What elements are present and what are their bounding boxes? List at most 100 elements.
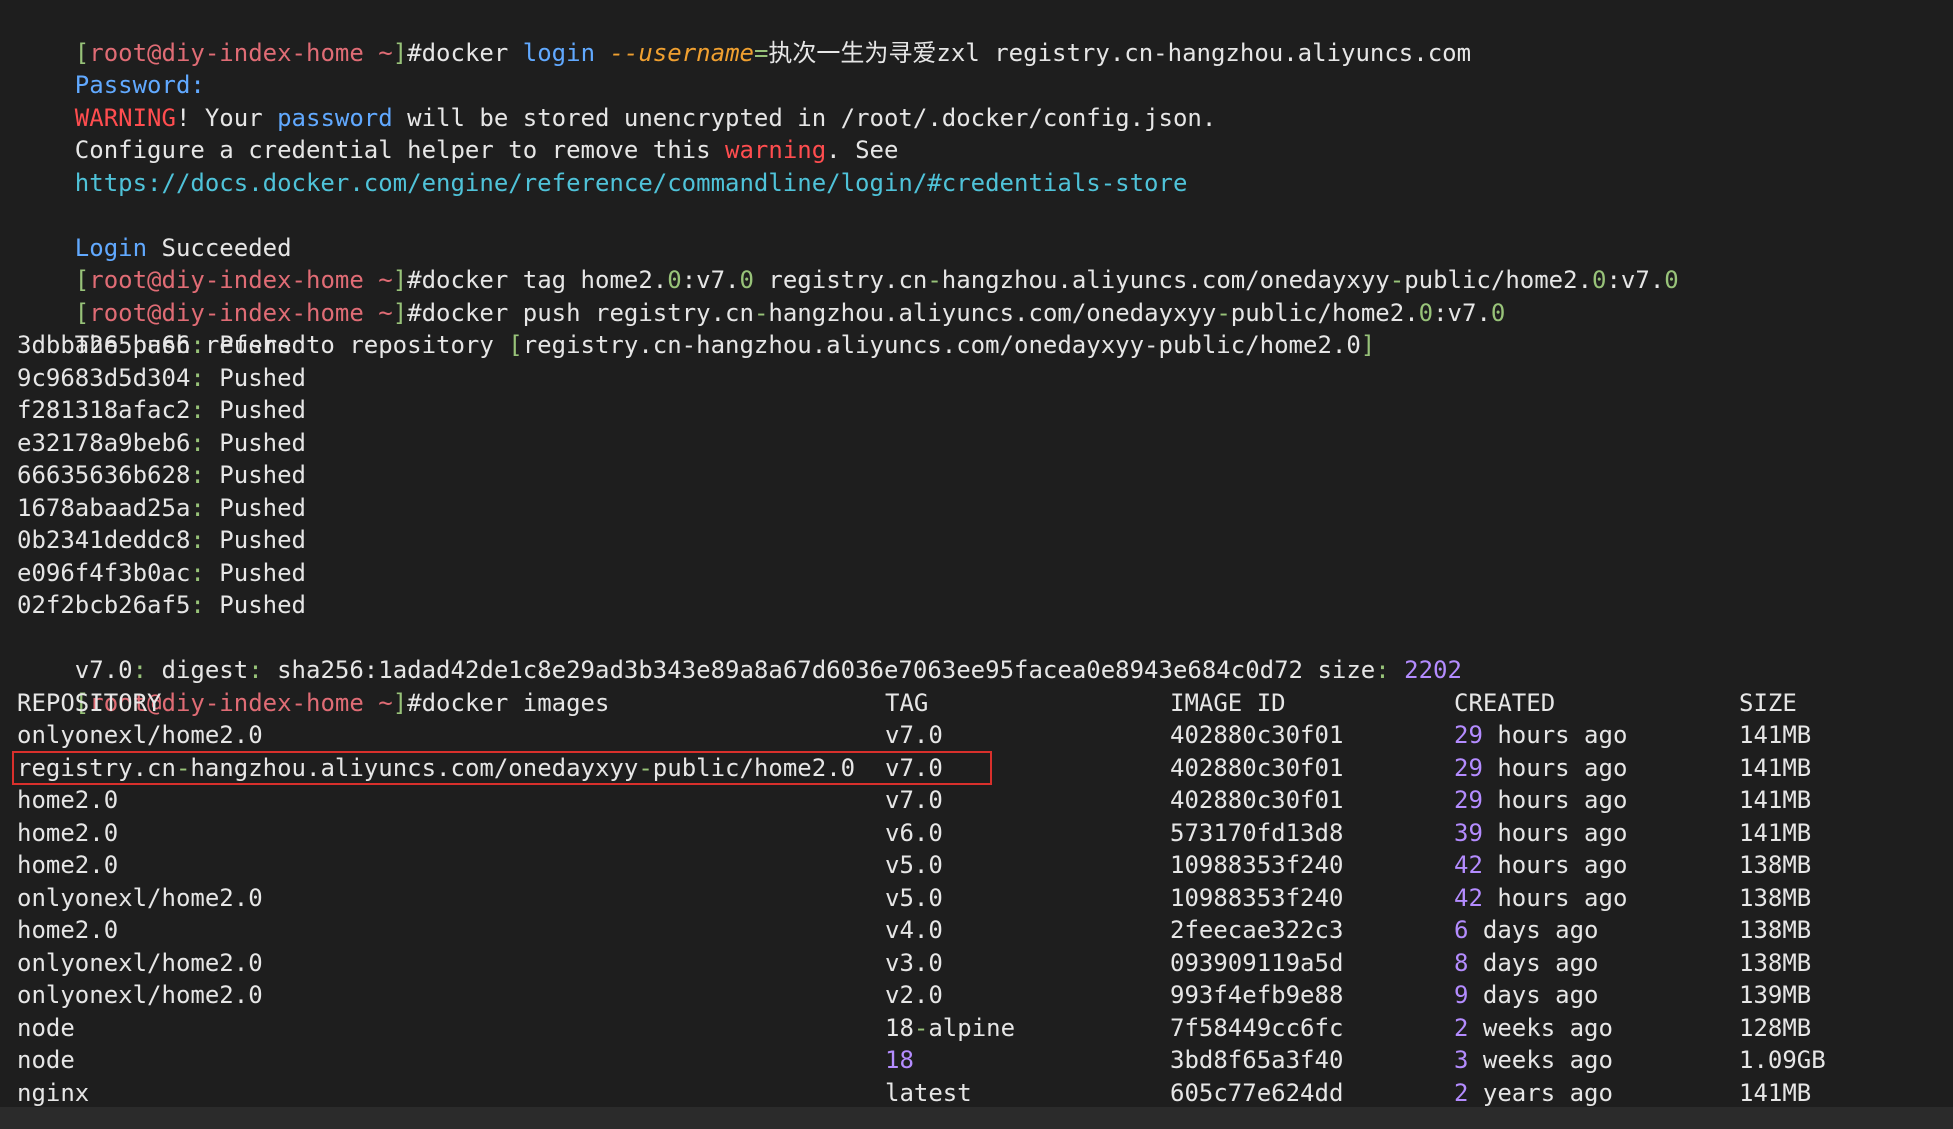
layer-status: Pushed xyxy=(204,558,306,587)
row-size: 141MB xyxy=(1739,786,1812,814)
push-refers-line: The push refers to repository [registry.… xyxy=(17,297,1953,359)
row-repository: onlyonexl/home2.0 xyxy=(17,883,263,912)
created-number: 2 xyxy=(1454,1013,1469,1042)
configure-line: Configure a credential helper to remove … xyxy=(17,102,1953,164)
created-unit: weeks ago xyxy=(1468,1046,1613,1074)
layer-line: 0b2341deddc8: Pushed xyxy=(17,524,1953,557)
table-row: onlyonexl/home2.0 v5.0 10988353f240 42 h… xyxy=(17,882,1953,915)
layer-hash: 66635636b628 xyxy=(17,461,191,489)
row-size: 141MB xyxy=(1739,818,1812,847)
table-row: onlyonexl/home2.0 v2.0 993f4efb9e88 9 da… xyxy=(17,979,1953,1012)
row-created: 9 days ago xyxy=(1454,979,1599,1012)
created-unit: hours ago xyxy=(1482,883,1628,912)
row-size: 141MB xyxy=(1739,1078,1812,1107)
layer-line: f281318afac2: Pushed xyxy=(17,394,1953,427)
layer-status: Pushed xyxy=(204,591,306,619)
created-number: 29 xyxy=(1454,753,1483,782)
layer-hash: f281318afac2 xyxy=(17,396,191,424)
layer-status: Pushed xyxy=(204,363,306,392)
row-repository: home2.0 xyxy=(17,851,119,879)
push-command-line: [root@diy-index-home ~]#docker push regi… xyxy=(17,264,1953,327)
images-command-line: [root@diy-index-home ~]#docker images xyxy=(17,654,1953,717)
active-prompt-line[interactable]: [root@diy-index-home ~]# xyxy=(17,1107,464,1129)
row-size: 128MB xyxy=(1739,1013,1812,1042)
created-unit: hours ago xyxy=(1482,721,1628,749)
table-row-highlighted: registry.cn-hangzhou.aliyuncs.com/oneday… xyxy=(12,750,1953,785)
row-image-id: 2feecae322c3 xyxy=(1170,916,1344,944)
layer-hash: 02f2bcb26af5 xyxy=(17,591,191,619)
row-image-id: 10988353f240 xyxy=(1170,851,1344,879)
warning-line: WARNING! Your password will be stored un… xyxy=(17,69,1953,132)
layer-status: Pushed xyxy=(204,493,306,522)
row-image-id: 605c77e624dd xyxy=(1170,1078,1344,1107)
layer-hash: 3dbba265ba66 xyxy=(17,331,191,359)
active-prompt-bar[interactable]: [root@diy-index-home ~]# xyxy=(0,1107,1953,1129)
created-unit: days ago xyxy=(1468,981,1599,1009)
row-image-id: 7f58449cc6fc xyxy=(1170,1013,1344,1042)
terminal-window[interactable]: [root@diy-index-home ~]#docker login --u… xyxy=(0,0,1953,1129)
row-tag: v5.0 xyxy=(885,851,943,879)
table-row: home2.0 v7.0 402880c30f01 29 hours ago 1… xyxy=(17,784,1953,817)
row-tag: 18-alpine xyxy=(885,1013,1016,1042)
layer-status: Pushed xyxy=(204,526,306,554)
created-number: 9 xyxy=(1454,981,1469,1009)
created-unit: years ago xyxy=(1468,1078,1613,1107)
table-row: nginx latest 605c77e624dd 2 years ago 14… xyxy=(17,1077,1953,1110)
layer-line: 3dbba265ba66: Pushed xyxy=(17,329,1953,362)
layer-colon: : xyxy=(190,526,205,554)
row-size: 138MB xyxy=(1739,948,1812,977)
row-image-id: 10988353f240 xyxy=(1170,883,1344,912)
row-image-id: 3bd8f65a3f40 xyxy=(1170,1046,1344,1074)
layer-hash: e096f4f3b0ac xyxy=(17,558,191,587)
row-size: 139MB xyxy=(1739,981,1812,1009)
layer-line: 02f2bcb26af5: Pushed xyxy=(17,589,1953,622)
layer-colon: : xyxy=(190,493,205,522)
row-created: 8 days ago xyxy=(1454,947,1599,980)
row-created: 2 weeks ago xyxy=(1454,1012,1613,1045)
row-tag: latest xyxy=(885,1078,972,1107)
row-image-id: 402880c30f01 xyxy=(1170,786,1344,814)
layer-hash: e32178a9beb6 xyxy=(17,428,191,457)
layer-colon: : xyxy=(190,428,205,457)
created-number: 42 xyxy=(1454,883,1483,912)
created-unit: hours ago xyxy=(1482,818,1628,847)
created-number: 42 xyxy=(1454,851,1483,879)
layer-line: 66635636b628: Pushed xyxy=(17,459,1953,492)
docs-url-line: https://docs.docker.com/engine/reference… xyxy=(17,134,1953,197)
row-image-id: 993f4efb9e88 xyxy=(1170,981,1344,1009)
created-unit: hours ago xyxy=(1482,786,1628,814)
layer-status: Pushed xyxy=(204,461,306,489)
layer-hash: 9c9683d5d304 xyxy=(17,363,191,392)
layer-line: e32178a9beb6: Pushed xyxy=(17,427,1953,460)
row-image-id: 573170fd13d8 xyxy=(1170,818,1344,847)
login-command-line: [root@diy-index-home ~]#docker login --u… xyxy=(17,4,1953,67)
password-prompt-line: Password: xyxy=(17,37,1953,99)
layer-line: 9c9683d5d304: Pushed xyxy=(17,362,1953,395)
row-created: 6 days ago xyxy=(1454,914,1599,947)
row-image-id: 402880c30f01 xyxy=(1170,753,1344,782)
row-created: 42 hours ago xyxy=(1454,882,1627,915)
created-number: 39 xyxy=(1454,818,1483,847)
table-row: home2.0 v4.0 2feecae322c3 6 days ago 138… xyxy=(17,914,1953,947)
row-size: 138MB xyxy=(1739,916,1812,944)
row-repository: registry.cn-hangzhou.aliyuncs.com/oneday… xyxy=(17,753,856,782)
created-number: 29 xyxy=(1454,786,1483,814)
row-tag: v7.0 xyxy=(885,753,943,782)
row-repository: onlyonexl/home2.0 xyxy=(17,721,263,749)
row-repository: onlyonexl/home2.0 xyxy=(17,948,263,977)
layer-status: Pushed xyxy=(204,331,306,359)
layer-line: e096f4f3b0ac: Pushed xyxy=(17,557,1953,590)
digest-line: v7.0: digest: sha256:1adad42de1c8e29ad3b… xyxy=(17,622,1953,684)
created-number: 2 xyxy=(1454,1078,1469,1107)
row-tag: v4.0 xyxy=(885,916,943,944)
row-tag: v5.0 xyxy=(885,883,943,912)
row-tag: v6.0 xyxy=(885,818,943,847)
table-row: node 18 3bd8f65a3f40 3 weeks ago 1.09GB xyxy=(17,1044,1953,1077)
row-repository: home2.0 xyxy=(17,786,119,814)
header-image-id: IMAGE ID xyxy=(1170,688,1286,717)
header-tag: TAG xyxy=(885,688,929,717)
row-repository: node xyxy=(17,1013,75,1042)
created-unit: hours ago xyxy=(1482,851,1628,879)
login-succeeded-line: Login Succeeded xyxy=(17,199,1953,262)
